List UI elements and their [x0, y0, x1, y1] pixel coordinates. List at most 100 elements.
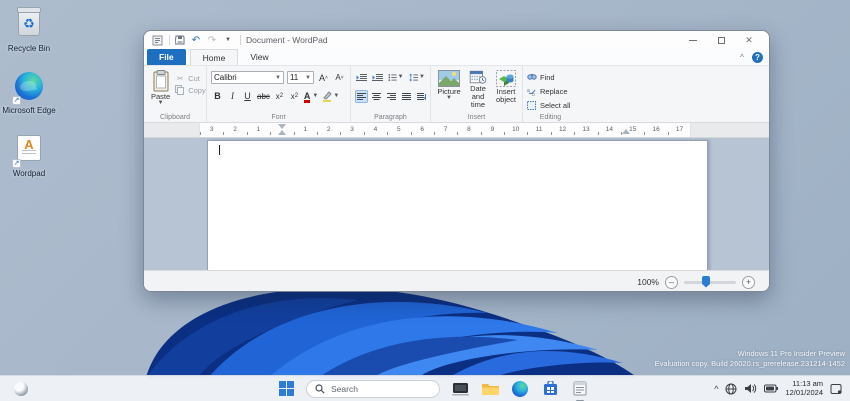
ribbon-group-paragraph: ▼ ▼ — [351, 66, 431, 122]
maximize-button[interactable] — [707, 31, 735, 49]
increase-indent-button[interactable] — [371, 71, 384, 84]
group-label-editing: Editing — [523, 114, 578, 121]
desktop-icon-label: Microsoft Edge — [0, 106, 58, 115]
tab-home[interactable]: Home — [190, 49, 239, 65]
replace-button[interactable]: ab Replace — [527, 85, 574, 97]
underline-button[interactable]: U — [241, 90, 254, 103]
font-color-button[interactable]: A▼ — [303, 90, 319, 103]
tray-clock[interactable]: 11:13 am 12/01/2024 — [785, 380, 823, 397]
paste-icon — [152, 70, 170, 92]
network-icon[interactable] — [725, 383, 737, 395]
taskbar-app-file-explorer[interactable] — [480, 379, 500, 399]
ribbon-group-editing: Find ab Replace Select all — [523, 66, 578, 122]
zoom-out-button[interactable]: – — [665, 276, 678, 289]
battery-icon[interactable] — [764, 384, 778, 393]
desktop-icon-recycle-bin[interactable]: ♻ Recycle Bin — [0, 7, 58, 53]
windows-logo-icon — [279, 381, 294, 396]
watermark-line2: Evaluation copy. Build 26020.rs_prerelea… — [655, 359, 845, 369]
zoom-slider[interactable] — [684, 281, 736, 284]
shrink-font-button[interactable]: A˅ — [333, 71, 346, 84]
cut-button[interactable]: ✂ Cut — [175, 72, 206, 84]
ruler-mark: 2 — [223, 123, 246, 137]
document-page[interactable] — [207, 140, 708, 270]
insert-datetime-button[interactable]: Date and time — [465, 69, 491, 110]
close-button[interactable]: ✕ — [735, 31, 763, 49]
minimize-button[interactable] — [679, 31, 707, 49]
taskbar-app-task-view[interactable] — [450, 379, 470, 399]
help-icon[interactable]: ? — [752, 52, 763, 63]
right-indent-marker[interactable] — [622, 129, 630, 134]
copy-button[interactable]: Copy — [175, 84, 206, 96]
text-caret — [219, 145, 220, 155]
wordpad-app-icon[interactable] — [150, 34, 164, 46]
font-family-value: Calibri — [214, 73, 272, 82]
qat-customize-dropdown-icon[interactable]: ▼ — [221, 34, 235, 46]
find-icon — [527, 73, 537, 82]
grow-font-button[interactable]: A˄ — [317, 71, 330, 84]
bold-button[interactable]: B — [211, 90, 224, 103]
redo-icon[interactable]: ↷ — [205, 34, 219, 46]
undo-icon[interactable]: ↶ — [189, 34, 203, 46]
strikethrough-button[interactable]: abc — [256, 90, 271, 103]
highlighter-icon — [322, 91, 332, 102]
cut-icon: ✂ — [175, 74, 185, 83]
start-button[interactable] — [276, 379, 296, 399]
select-all-icon — [527, 101, 537, 110]
wallpaper-bloom — [118, 278, 680, 378]
justify-button[interactable] — [400, 90, 413, 103]
bullets-button[interactable]: ▼ — [387, 71, 405, 84]
group-label-clipboard: Clipboard — [144, 114, 206, 121]
ruler-mark: 9 — [481, 123, 504, 137]
paste-button[interactable]: Paste ▼ — [148, 69, 173, 107]
align-right-button[interactable] — [385, 90, 398, 103]
decrease-indent-button[interactable] — [355, 71, 368, 84]
wordpad-taskbar-icon — [573, 381, 587, 396]
font-size-combo[interactable]: 11 ▼ — [287, 71, 314, 84]
file-explorer-icon — [482, 382, 499, 396]
paragraph-dialog-button[interactable] — [415, 90, 428, 103]
wordpad-icon: A ↗ — [13, 135, 45, 167]
tab-view[interactable]: View — [238, 49, 280, 65]
taskbar-app-store[interactable] — [540, 379, 560, 399]
align-left-button[interactable] — [355, 90, 368, 103]
zoom-in-button[interactable]: + — [742, 276, 755, 289]
ruler-mark: 3 — [340, 123, 363, 137]
hanging-indent-marker[interactable] — [278, 130, 286, 135]
italic-button[interactable]: I — [226, 90, 239, 103]
desktop: Windows 11 Pro Insider Preview Evaluatio… — [0, 0, 850, 401]
taskbar-app-wordpad[interactable] — [570, 379, 590, 399]
desktop-icon-wordpad[interactable]: A ↗ Wordpad — [0, 133, 58, 178]
highlight-color-button[interactable]: ▼ — [321, 90, 340, 103]
zoom-level: 100% — [637, 277, 659, 287]
volume-icon[interactable] — [744, 383, 757, 394]
insert-picture-button[interactable]: Picture ▼ — [435, 69, 463, 110]
search-input[interactable]: Search — [306, 380, 440, 398]
taskbar-app-edge[interactable] — [510, 379, 530, 399]
superscript-button[interactable]: x2 — [288, 90, 301, 103]
find-label: Find — [540, 73, 555, 82]
align-center-button[interactable] — [370, 90, 383, 103]
tray-chevron-up-icon[interactable]: ^ — [714, 384, 718, 394]
zoom-slider-thumb[interactable] — [702, 276, 710, 288]
desktop-icon-label: Recycle Bin — [0, 44, 58, 53]
line-spacing-button[interactable]: ▼ — [408, 71, 426, 84]
desktop-icon-microsoft-edge[interactable]: ↗ Microsoft Edge — [0, 70, 58, 115]
taskbar: Search — [0, 375, 850, 401]
tab-file[interactable]: File — [147, 49, 186, 65]
find-button[interactable]: Find — [527, 71, 574, 83]
ruler-mark: 3 — [200, 123, 223, 137]
notification-center-icon[interactable] — [830, 383, 842, 395]
save-icon[interactable] — [173, 34, 187, 46]
collapse-ribbon-icon[interactable]: ^ — [737, 53, 747, 63]
font-family-combo[interactable]: Calibri ▼ — [211, 71, 284, 84]
first-line-indent-marker[interactable] — [278, 124, 286, 129]
insert-object-button[interactable]: Insert object — [493, 69, 519, 110]
chevron-down-icon: ▼ — [275, 75, 281, 81]
ribbon: Paste ▼ ✂ Cut Copy — [144, 66, 769, 123]
ruler-mark: 11 — [527, 123, 550, 137]
select-all-button[interactable]: Select all — [527, 99, 574, 111]
wordpad-window: ↶ ↷ ▼ Document - WordPad ✕ File Home Vie… — [143, 30, 770, 292]
subscript-button[interactable]: x2 — [273, 90, 286, 103]
copy-label: Copy — [188, 86, 206, 95]
widgets-icon[interactable] — [14, 382, 28, 396]
